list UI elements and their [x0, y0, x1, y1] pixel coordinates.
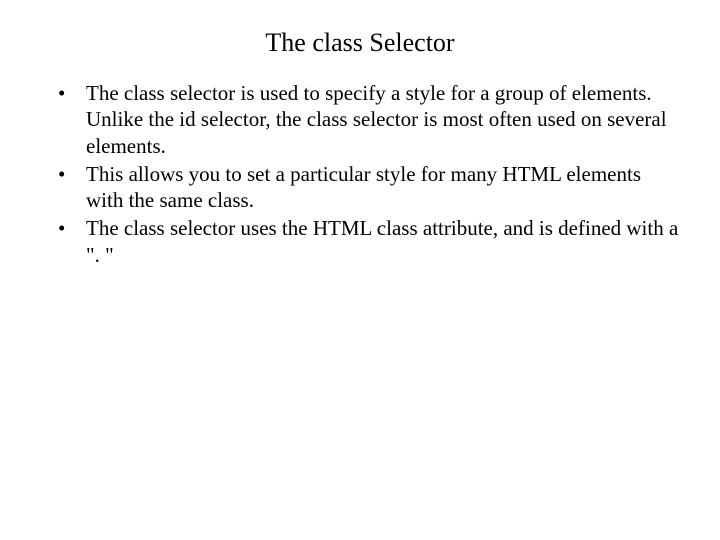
list-item: The class selector is used to specify a …	[58, 80, 680, 159]
list-item: The class selector uses the HTML class a…	[58, 215, 680, 268]
page-title: The class Selector	[40, 28, 680, 58]
bullet-list: The class selector is used to specify a …	[40, 80, 680, 268]
list-item: This allows you to set a particular styl…	[58, 161, 680, 214]
